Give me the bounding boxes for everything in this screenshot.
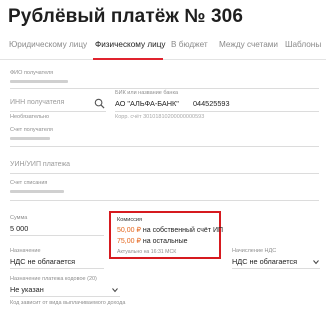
purpose-label: Назначение: [10, 248, 41, 254]
payment-code-select[interactable]: Не указан: [10, 285, 44, 294]
amount-input[interactable]: 5 000: [10, 224, 28, 233]
chevron-down-icon[interactable]: [313, 259, 319, 265]
commission-note: Актуально на 16:31 МСК: [117, 249, 177, 255]
tab-legal-entity[interactable]: Юридическому лицу: [9, 40, 87, 49]
debit-account-underline: [10, 200, 319, 201]
commission-box: Комиссия 50,00 ₽ на собственный счёт ИП …: [109, 211, 223, 259]
commission-own-amount: 50,00 ₽: [117, 227, 141, 234]
payment-code-footnote: Код зависит от вида выплачиваемого доход…: [10, 300, 126, 306]
amount-underline: [10, 235, 104, 236]
search-icon[interactable]: [94, 98, 105, 109]
account-label: Счет получателя: [10, 127, 53, 133]
account-underline: [10, 146, 319, 147]
inn-hint: Необязательно: [10, 114, 50, 120]
amount-label: Сумма: [10, 215, 28, 221]
tab-templates[interactable]: Шаблоны: [285, 40, 321, 49]
bik-label: БИК или название банка: [115, 90, 179, 96]
tab-between-accounts[interactable]: Между счетами: [219, 40, 278, 49]
debit-account-field[interactable]: [10, 190, 64, 193]
fio-field[interactable]: [10, 80, 68, 83]
bik-underline: [115, 111, 319, 112]
purpose-underline: [10, 268, 104, 269]
tab-bar: Юридическому лицу Физическому лицу В бюд…: [0, 38, 326, 60]
commission-own-row: 50,00 ₽ на собственный счёт ИП: [117, 226, 223, 234]
fio-underline: [10, 88, 319, 89]
commission-own-text: на собственный счёт ИП: [142, 227, 224, 234]
fio-label: ФИО получателя: [10, 70, 54, 76]
uin-underline: [10, 173, 319, 174]
vat-select[interactable]: НДС не облагается: [232, 257, 297, 266]
commission-other-amount: 75,00 ₽: [117, 238, 141, 245]
account-field[interactable]: [10, 137, 50, 140]
commission-label: Комиссия: [117, 217, 143, 223]
uin-input[interactable]: УИН/УИП платежа: [10, 161, 70, 168]
commission-other-row: 75,00 ₽ на остальные: [117, 237, 188, 245]
tab-budget[interactable]: В бюджет: [171, 40, 208, 49]
purpose-input[interactable]: НДС не облагается: [10, 257, 75, 266]
active-tab-indicator: [93, 58, 163, 60]
tab-individual[interactable]: Физическому лицу: [95, 40, 166, 49]
bank-name-value[interactable]: АО "АЛЬФА-БАНК": [115, 99, 179, 108]
payment-code-label: Назначение платежа кодовое (20): [10, 276, 97, 282]
bik-value: 044525593: [193, 99, 230, 108]
inn-input[interactable]: ИНН получателя: [10, 99, 64, 106]
vat-label: Начисление НДС: [232, 248, 277, 254]
commission-other-text: на остальные: [142, 238, 188, 245]
page-title: Рублёвый платёж № 306: [8, 6, 243, 27]
debit-account-label: Счет списания: [10, 180, 48, 186]
payment-code-underline: [10, 296, 120, 297]
inn-underline: [10, 111, 106, 112]
vat-underline: [232, 268, 320, 269]
chevron-down-icon[interactable]: [112, 287, 118, 293]
corr-account: Корр. счёт 30101810200000000593: [115, 114, 205, 120]
